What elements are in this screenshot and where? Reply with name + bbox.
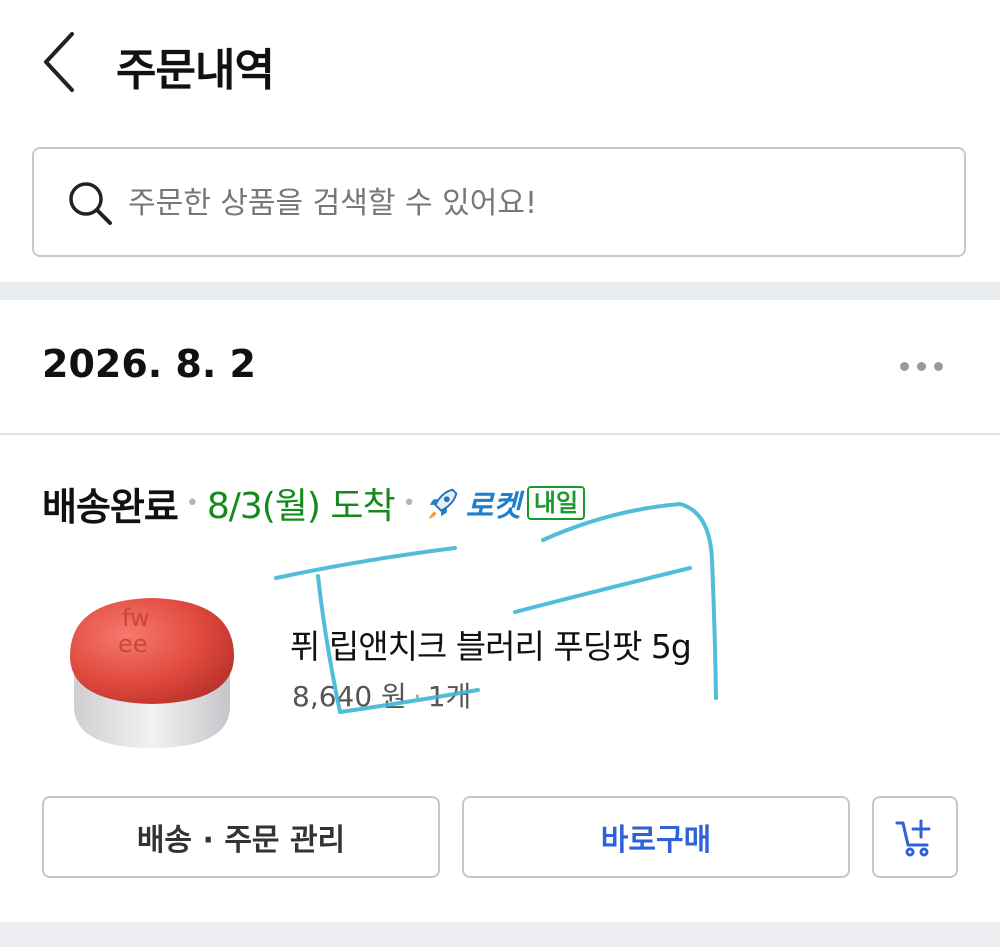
- add-to-cart-button[interactable]: [872, 796, 958, 878]
- manage-order-button[interactable]: 배송 · 주문 관리: [42, 796, 440, 878]
- search-input[interactable]: [126, 149, 950, 257]
- chevron-left-icon: [44, 32, 74, 92]
- more-dot-icon: [917, 362, 926, 371]
- rocket-delivery-label: 로켓: [465, 489, 521, 524]
- separator-dot: ·: [412, 680, 422, 713]
- product-image[interactable]: fw ee: [60, 578, 245, 753]
- bottom-divider: [0, 922, 1000, 947]
- more-dot-icon: [900, 362, 909, 371]
- product-quantity: 1개: [427, 680, 472, 713]
- product-name[interactable]: 퓌 립앤치크 블러리 푸딩팟 5g: [290, 620, 692, 668]
- rocket-tomorrow-badge: 내일: [526, 486, 586, 520]
- svg-text:fw: fw: [122, 604, 150, 632]
- cart-plus-icon: [895, 819, 931, 857]
- order-date: 2026. 8. 2: [42, 342, 256, 386]
- rocket-icon: [428, 488, 458, 520]
- delivery-status-line: 배송완료 • 8/3(월) 도착 • 로켓 내일: [42, 478, 586, 529]
- delivery-status: 배송완료: [42, 484, 179, 529]
- search-icon: [69, 182, 112, 225]
- search-bar[interactable]: [32, 147, 966, 257]
- section-divider: [0, 282, 1000, 300]
- back-button[interactable]: [38, 30, 82, 94]
- separator-dot: •: [402, 490, 416, 516]
- divider: [0, 433, 1000, 435]
- separator-dot: •: [185, 490, 199, 516]
- app-header: 주문내역: [0, 0, 1000, 128]
- product-price: 8,640 원: [292, 680, 407, 713]
- more-dot-icon: [934, 362, 943, 371]
- product-price-quantity: 8,640 원 · 1개: [292, 675, 471, 715]
- arrival-date: 8/3(월) 도착: [206, 486, 396, 527]
- page-title: 주문내역: [116, 45, 275, 96]
- svg-text:ee: ee: [118, 630, 148, 658]
- more-options-button[interactable]: [896, 352, 948, 380]
- buy-now-button[interactable]: 바로구매: [462, 796, 850, 878]
